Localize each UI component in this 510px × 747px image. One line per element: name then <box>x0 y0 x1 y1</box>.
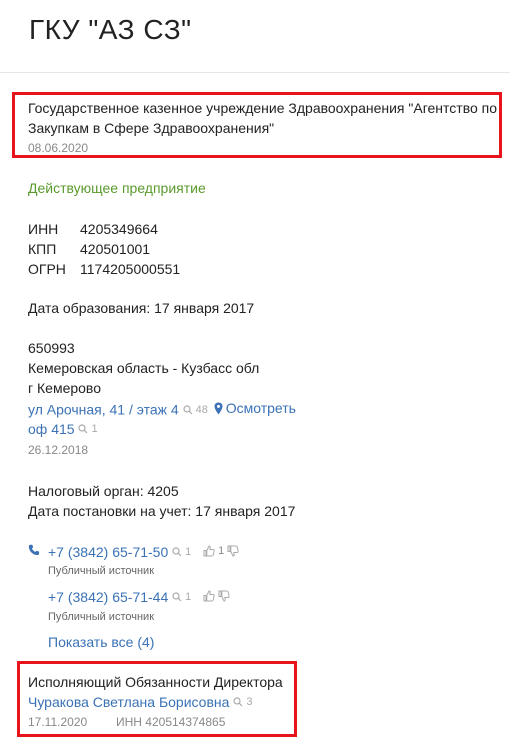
count-value: 1 <box>91 423 98 435</box>
search-icon <box>233 697 243 707</box>
phone-vote <box>203 590 230 602</box>
requisite-value: 420501001 <box>80 241 151 257</box>
address-street-row: ул Арочная, 41 / этаж 4 48 Осмотреть <box>28 398 296 420</box>
requisite-ogrn: ОГРН 1174205000551 <box>28 259 180 279</box>
director-name-link[interactable]: Чуракова Светлана Борисовна <box>28 694 229 710</box>
search-icon <box>182 404 193 414</box>
full-name-line1: Государственное казенное учреждение Здра… <box>28 100 498 116</box>
map-pin-icon <box>214 402 223 414</box>
thumbs-down-icon[interactable] <box>218 590 230 602</box>
requisite-label: КПП <box>28 241 57 257</box>
phone-search-count[interactable]: 1 <box>172 587 191 607</box>
requisite-label: ОГРН <box>28 261 66 277</box>
phone-icon <box>28 544 40 556</box>
director-inn: ИНН 420514374865 <box>116 715 226 729</box>
search-icon <box>78 424 88 434</box>
show-all-phones-link[interactable]: Показать все (4) <box>48 632 154 652</box>
count-value: 1 <box>185 546 192 558</box>
director-position: Исполняющий Обязанности Директора <box>28 674 283 690</box>
count-value: 3 <box>246 696 253 708</box>
map-view-link[interactable]: Осмотреть <box>214 398 296 418</box>
phone-number-link[interactable]: +7 (3842) 65-71-50 <box>48 544 168 560</box>
address-office-row: оф 415 1 <box>28 419 98 439</box>
phone-number-link[interactable]: +7 (3842) 65-71-44 <box>48 589 168 605</box>
map-view-label: Осмотреть <box>225 400 296 416</box>
requisite-inn: ИНН 4205349664 <box>28 219 158 239</box>
phone-search-count[interactable]: 1 <box>172 542 191 562</box>
thumbs-up-icon[interactable] <box>203 545 215 557</box>
page-title: ГКУ "АЗ СЗ" <box>29 14 192 45</box>
full-name-line2: Закупкам в Сфере Здравоохранения" <box>28 120 275 136</box>
like-count: 1 <box>218 545 225 557</box>
director-name-row: Чуракова Светлана Борисовна 3 <box>28 692 252 712</box>
address-region: Кемеровская область - Кузбасс обл <box>28 360 260 376</box>
address-street-link[interactable]: ул Арочная, 41 / этаж 4 <box>28 402 179 418</box>
phone-row-2: +7 (3842) 65-71-44 1 <box>48 587 230 607</box>
count-value: 1 <box>185 591 192 603</box>
requisite-kpp: КПП 420501001 <box>28 239 150 259</box>
search-icon <box>172 592 182 602</box>
address-zip: 650993 <box>28 340 75 356</box>
phone-row-1: +7 (3842) 65-71-50 1 1 <box>48 541 239 562</box>
requisite-value: 4205349664 <box>80 221 158 237</box>
phone-source: Публичный источник <box>48 565 155 577</box>
requisite-value: 1174205000551 <box>80 261 181 277</box>
thumbs-up-icon[interactable] <box>203 590 215 602</box>
thumbs-down-icon[interactable] <box>227 545 239 557</box>
tax-registration-date: Дата постановки на учет: 17 января 2017 <box>28 503 296 519</box>
address-street-count[interactable]: 48 <box>182 400 208 420</box>
full-name-date: 08.06.2020 <box>28 141 89 155</box>
director-date: 17.11.2020 <box>28 715 88 729</box>
address-date: 26.12.2018 <box>28 443 89 457</box>
director-search-count[interactable]: 3 <box>233 692 252 712</box>
company-status: Действующее предприятие <box>28 180 206 196</box>
phone-vote: 1 <box>203 541 239 561</box>
header-divider <box>0 72 510 73</box>
count-value: 48 <box>195 403 208 416</box>
tax-authority: Налоговый орган: 4205 <box>28 483 179 499</box>
search-icon <box>172 547 182 557</box>
address-city: г Кемерово <box>28 380 101 396</box>
requisite-label: ИНН <box>28 221 59 237</box>
phone-source: Публичный источник <box>48 611 155 623</box>
address-office-link[interactable]: оф 415 <box>28 421 75 437</box>
address-office-count[interactable]: 1 <box>78 419 98 439</box>
founded-date: Дата образования: 17 января 2017 <box>28 300 255 316</box>
